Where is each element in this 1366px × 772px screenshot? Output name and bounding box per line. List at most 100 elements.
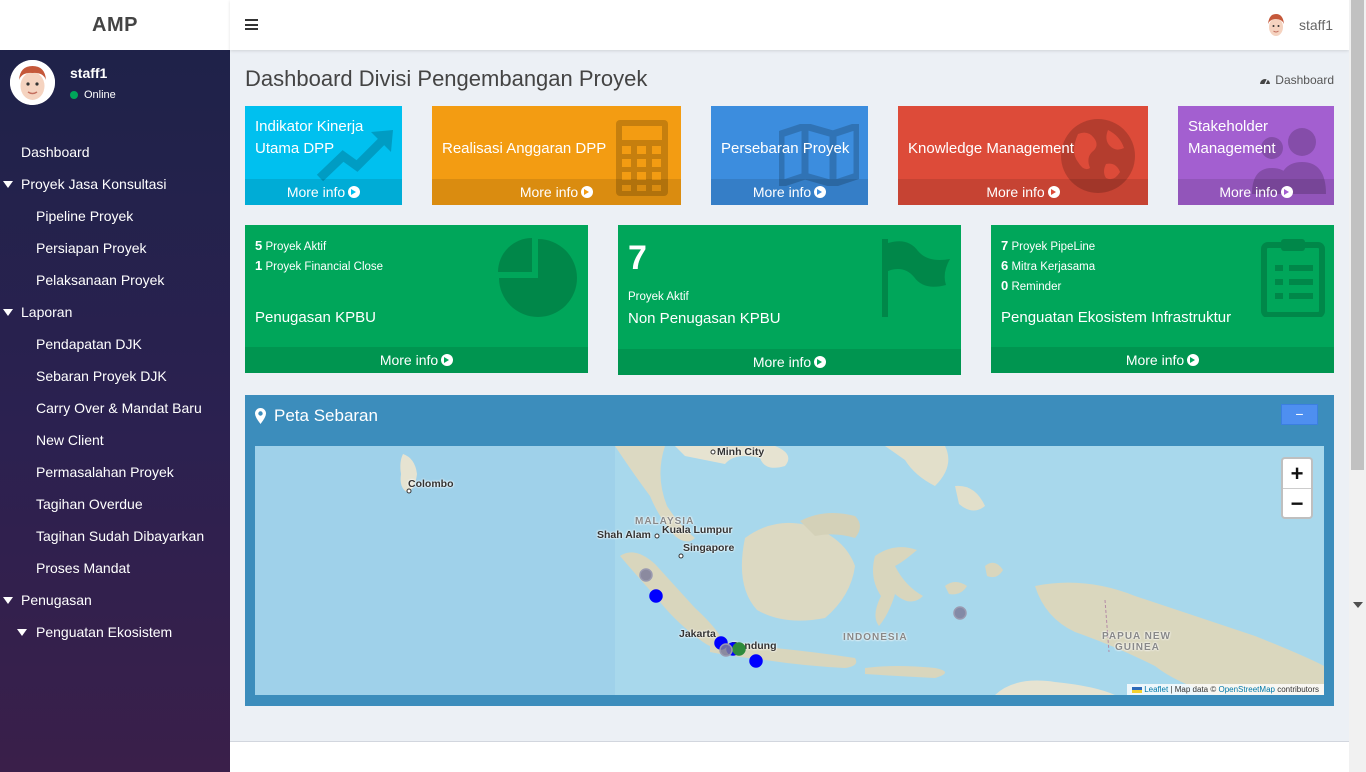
project-marker[interactable] xyxy=(732,642,746,656)
map-panel-peta-sebaran: Peta Sebaran − Minh City Colombo MALAYSI… xyxy=(245,395,1334,706)
tile-realisasi-anggaran[interactable]: Realisasi Anggaran DPP More info xyxy=(432,106,681,205)
stat-box-penguatan-ekosistem[interactable]: 7 Proyek PipeLine 6 Mitra Kerjasama 0 Re… xyxy=(991,225,1334,373)
more-info-link[interactable]: More info xyxy=(898,179,1148,205)
tile-label: Realisasi Anggaran DPP xyxy=(442,140,607,157)
sidebar-item-pendapatan-djk[interactable]: Pendapatan DJK xyxy=(0,328,230,360)
page-scrollbar[interactable] xyxy=(1349,0,1366,772)
sidebar-item-laporan[interactable]: Laporan xyxy=(0,296,230,328)
stat-box-non-penugasan-kpbu[interactable]: 7 Proyek Aktif Non Penugasan KPBU More i… xyxy=(618,225,961,375)
arrow-circle-right-icon xyxy=(814,356,827,368)
project-marker[interactable] xyxy=(639,568,653,582)
sidebar-item-label: New Client xyxy=(36,432,104,448)
page-title: Dashboard Divisi Pengembangan Proyek xyxy=(245,66,648,91)
stat-proyek-aktif-label: Proyek Aktif xyxy=(628,291,689,303)
sidebar-item-tagihan-sudah-dibayarkan[interactable]: Tagihan Sudah Dibayarkan xyxy=(0,520,230,552)
sidebar-item-dashboard[interactable]: Dashboard xyxy=(0,136,230,168)
map-panel-header: Peta Sebaran xyxy=(245,398,1334,434)
zoom-control: + − xyxy=(1281,457,1313,519)
sidebar-menu: Dashboard Proyek Jasa Konsultasi Pipeline … xyxy=(0,136,230,648)
sidebar-item-new-client[interactable]: New Client xyxy=(0,424,230,456)
scroll-down-arrow-icon[interactable] xyxy=(1353,602,1363,608)
user-status: Online xyxy=(70,89,116,101)
sidebar-item-label: Proses Mandat xyxy=(36,560,131,576)
ukraine-flag-icon xyxy=(1131,687,1142,693)
zoom-in-button[interactable]: + xyxy=(1283,459,1311,488)
sidebar-item-penugasan[interactable]: Penugasan xyxy=(0,584,230,616)
stat-box-penugasan-kpbu[interactable]: 5 Proyek Aktif 1 Proyek Financial Close … xyxy=(245,225,588,373)
more-info-link[interactable]: More info xyxy=(1178,179,1334,205)
tile-stakeholder-management[interactable]: Stakeholder Management More info xyxy=(1178,106,1334,205)
tile-knowledge-management[interactable]: Knowledge Management More info xyxy=(898,106,1148,205)
stat-box-title: Non Penugasan KPBU xyxy=(628,310,781,327)
sidebar-toggle-hamburger-icon[interactable] xyxy=(245,19,258,30)
scrollbar-thumb[interactable] xyxy=(1351,0,1364,470)
arrow-circle-right-icon xyxy=(1047,186,1060,198)
breadcrumb[interactable]: Dashboard xyxy=(1259,73,1334,87)
clipboard-icon xyxy=(1261,239,1325,317)
tile-label: Knowledge Management xyxy=(908,140,1074,157)
brand-logo[interactable]: AMP xyxy=(0,0,230,50)
arrow-circle-right-icon xyxy=(441,354,454,366)
project-marker[interactable] xyxy=(749,654,763,668)
sidebar-item-permasalahan-proyek[interactable]: Permasalahan Proyek xyxy=(0,456,230,488)
tile-persebaran-proyek[interactable]: Persebaran Proyek More info xyxy=(711,106,868,205)
sidebar: AMP staff1 Online Dashboard Proyek Jasa K… xyxy=(0,0,230,772)
arrow-circle-right-icon xyxy=(814,186,827,198)
user-panel: staff1 Online xyxy=(0,50,230,122)
caret-down-icon xyxy=(3,309,13,316)
map-panel-title: Peta Sebaran xyxy=(274,406,378,425)
header-user-menu[interactable]: staff1 xyxy=(1265,12,1333,38)
sidebar-item-label: Penguatan Ekosistem xyxy=(36,624,173,640)
map-markers xyxy=(406,449,967,668)
leaflet-link[interactable]: Leaflet xyxy=(1144,685,1168,694)
top-navbar: staff1 xyxy=(230,0,1349,50)
more-info-link[interactable]: More info xyxy=(245,179,402,205)
city-dot xyxy=(406,488,412,494)
arrow-circle-right-icon xyxy=(1187,354,1200,366)
dashboard-gauge-icon xyxy=(1260,78,1271,85)
city-dot xyxy=(654,533,660,539)
sidebar-item-label: Permasalahan Proyek xyxy=(36,464,174,480)
header-user-name: staff1 xyxy=(1299,17,1333,33)
stat-box-title: Penguatan Ekosistem Infrastruktur xyxy=(1001,309,1232,326)
tile-indikator-kinerja[interactable]: Indikator Kinerja Utama DPP More info xyxy=(245,106,402,205)
sidebar-item-penguatan-ekosistem[interactable]: Penguatan Ekosistem xyxy=(0,616,230,648)
sidebar-item-label: Tagihan Overdue xyxy=(36,496,143,512)
caret-down-icon xyxy=(17,629,27,636)
project-marker[interactable] xyxy=(953,606,967,620)
project-marker[interactable] xyxy=(719,643,733,657)
attrib-mapdata: | Map data © xyxy=(1170,685,1217,694)
sidebar-item-persiapan-proyek[interactable]: Persiapan Proyek xyxy=(0,232,230,264)
leaflet-map[interactable]: Minh City Colombo MALAYSIA Kuala Lumpur Shah… xyxy=(255,446,1324,695)
breadcrumb-dashboard: Dashboard xyxy=(1275,73,1334,87)
more-info-link[interactable]: More info xyxy=(245,347,588,373)
project-marker[interactable] xyxy=(649,589,663,603)
pie-chart-icon xyxy=(498,238,577,317)
more-info-link[interactable]: More info xyxy=(432,179,681,205)
sidebar-item-label: Proyek Jasa Konsultasi xyxy=(21,176,167,192)
status-text: Online xyxy=(84,89,116,101)
sidebar-item-proyek-jasa-konsultasi[interactable]: Proyek Jasa Konsultasi xyxy=(0,168,230,200)
sidebar-item-tagihan-overdue[interactable]: Tagihan Overdue xyxy=(0,488,230,520)
sidebar-item-pelaksanaan-proyek[interactable]: Pelaksanaan Proyek xyxy=(0,264,230,296)
arrow-circle-right-icon xyxy=(581,186,594,198)
collapse-button[interactable]: − xyxy=(1281,404,1318,425)
stat-box-title: Penugasan KPBU xyxy=(255,309,376,326)
more-info-link[interactable]: More info xyxy=(711,179,868,205)
stat-mitra-kerjasama: 6 Mitra Kerjasama xyxy=(1001,258,1096,273)
sidebar-item-label: Penugasan xyxy=(21,592,92,608)
main-footer xyxy=(230,741,1349,772)
avatar xyxy=(10,60,55,105)
osm-link[interactable]: OpenStreetMap xyxy=(1218,685,1274,694)
sidebar-item-sebaran-proyek-djk[interactable]: Sebaran Proyek DJK xyxy=(0,360,230,392)
sidebar-item-proses-mandat[interactable]: Proses Mandat xyxy=(0,552,230,584)
sidebar-item-carry-over-mandat-baru[interactable]: Carry Over & Mandat Baru xyxy=(0,392,230,424)
header-avatar xyxy=(1265,12,1287,38)
sidebar-item-pipeline-proyek[interactable]: Pipeline Proyek xyxy=(0,200,230,232)
sidebar-item-label: Carry Over & Mandat Baru xyxy=(36,400,202,416)
more-info-link[interactable]: More info xyxy=(618,349,961,375)
caret-down-icon xyxy=(3,597,13,604)
arrow-circle-right-icon xyxy=(1280,186,1293,198)
more-info-link[interactable]: More info xyxy=(991,347,1334,373)
zoom-out-button[interactable]: − xyxy=(1283,488,1311,517)
